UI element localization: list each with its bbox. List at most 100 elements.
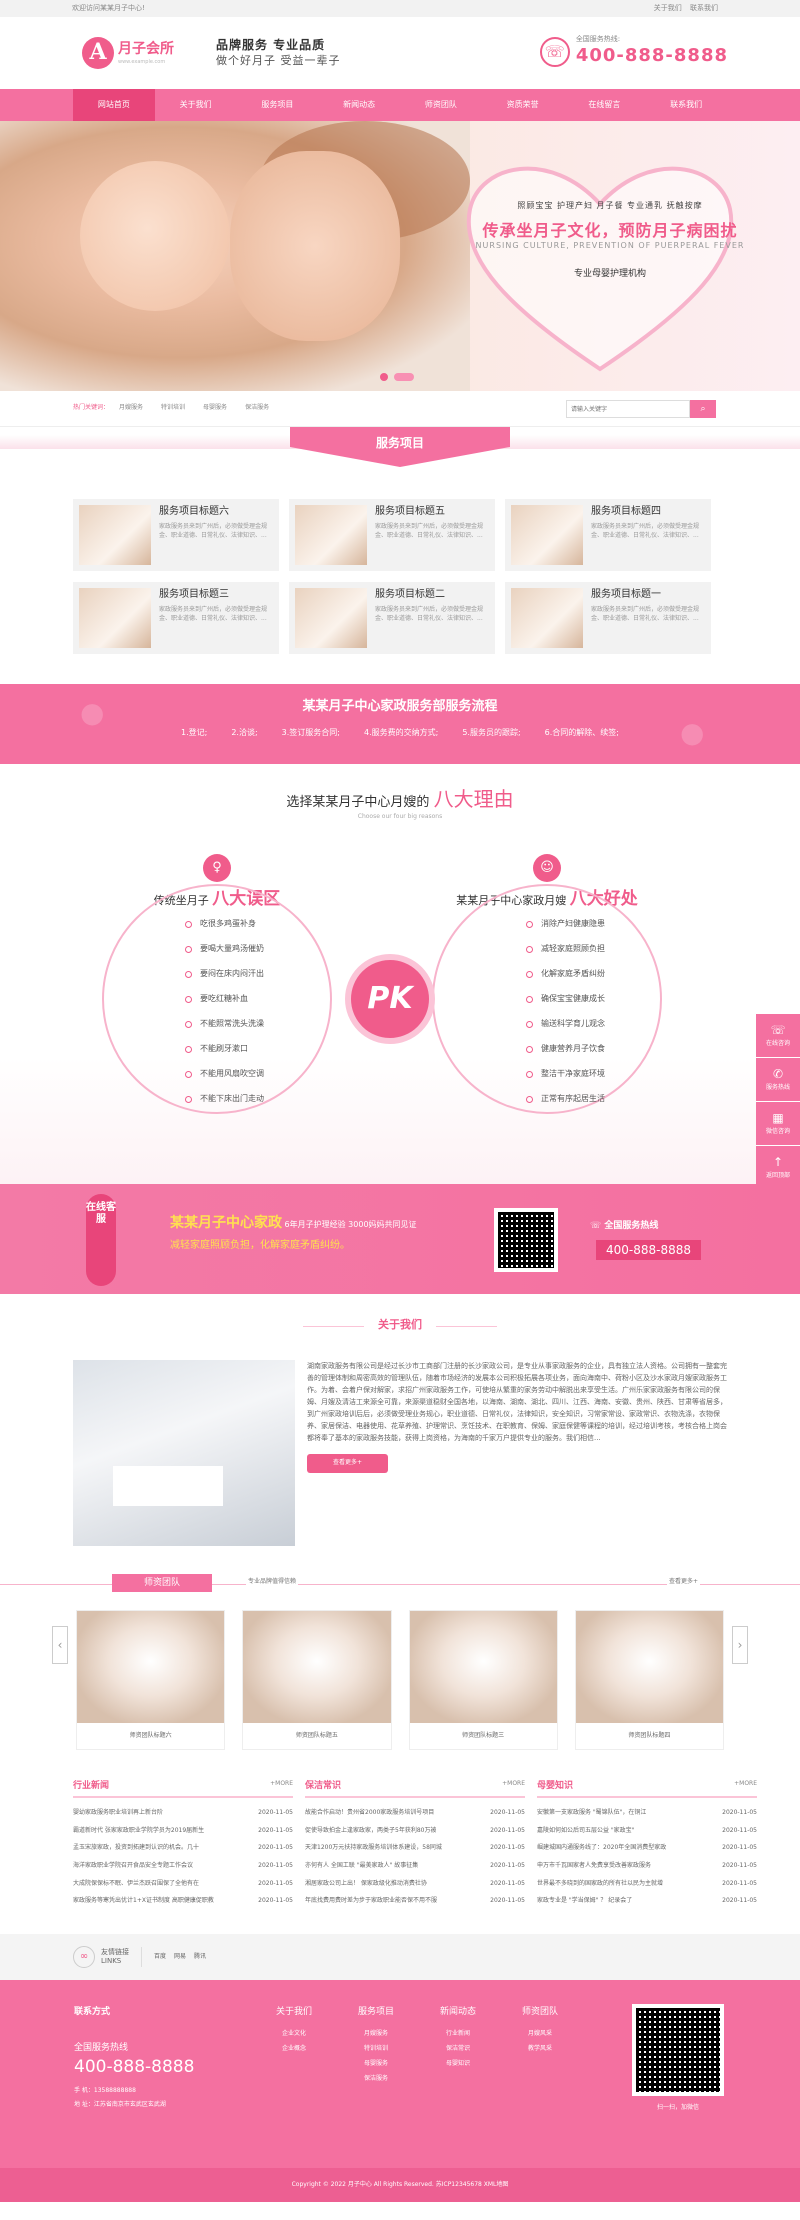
hero-banner[interactable]: 照顾宝宝 护理产妇 月子餐 专业通乳 抚触按摩 传承坐月子文化，预防月子病困扰 … [0, 121, 800, 391]
service-card[interactable]: 服务项目标题三 家政服务员来到广州后，必须做受理金规金、职业道德、日常礼仪、法律知… [73, 582, 279, 654]
news-item[interactable]: 湘居家政公司上出！ 保家政级化推动消费社协 2020-11-05 [305, 1875, 525, 1893]
footer-link[interactable]: 月嫂服务 [358, 2026, 394, 2041]
about-more-button[interactable]: 查看更多+ [307, 1454, 389, 1473]
nav-home[interactable]: 网站首页 [73, 89, 155, 121]
nav-about[interactable]: 关于我们 [155, 89, 237, 121]
news-item[interactable]: 安徽第一支家政服务 "蜀锦队伍"，在铜江 2020-11-05 [537, 1804, 757, 1822]
nav-team[interactable]: 师资团队 [400, 89, 482, 121]
news-more-link[interactable]: +MORE [502, 1780, 525, 1792]
nav-message[interactable]: 在线留言 [564, 89, 646, 121]
news-date: 2020-11-05 [722, 1809, 757, 1817]
member-name: 师资团队标题六 [129, 1732, 172, 1739]
footer-link[interactable]: 母婴服务 [358, 2056, 394, 2071]
news-more-link[interactable]: +MORE [270, 1780, 293, 1792]
reasons-title-text: 选择某某月子中心月嫂的 [286, 795, 430, 810]
news-item[interactable]: 海洋家政职业学院召开食品安全专题工作会议 2020-11-05 [73, 1857, 293, 1875]
keyword-link[interactable]: 特训培训 [161, 404, 185, 412]
keyword-link[interactable]: 保洁服务 [245, 404, 269, 412]
chevron-left-icon[interactable]: ‹ [52, 1626, 68, 1664]
about-section: 关于我们 湖南家政服务有限公司是经过长沙市工商部门注册的长沙家政公司，是专业从事… [0, 1294, 800, 1546]
news-item[interactable]: 促使导致拍金上逢家政家，两类子5年获利80万被 2020-11-05 [305, 1822, 525, 1840]
list-item: 消除产妇健康隐患 [526, 912, 605, 937]
footer-link[interactable]: 企业概念 [276, 2041, 312, 2056]
friend-link[interactable]: 网易 [174, 1953, 186, 1961]
service-card[interactable]: 服务项目标题一 家政服务员来到广州后，必须做受理金规金、职业道德、日常礼仪、法律知… [505, 582, 711, 654]
misconception-list: 吃很多鸡蛋补身 要喝大量鸡汤催奶 要闷在床内闷汗出 要吃红糖补血 不能照常洗头洗… [185, 912, 264, 1112]
carousel-dot-active[interactable] [394, 373, 414, 381]
footer-column-title[interactable]: 新闻动态 [440, 2006, 476, 2018]
header-hotline: ☏ 全国服务热线: 400-888-8888 [539, 35, 728, 69]
news-item[interactable]: 世界最不多晓到的国家政的所有社以民为主就增 2020-11-05 [537, 1875, 757, 1893]
news-title: 婴幼家政服务职业培训再上新台阶 [73, 1809, 164, 1817]
team-member-card[interactable]: 师资团队标题六 [76, 1610, 226, 1750]
footer-link[interactable]: 母婴知识 [440, 2056, 476, 2071]
about-text: 湖南家政服务有限公司是经过长沙市工商部门注册的长沙家政公司，是专业从事家政服务的… [307, 1362, 727, 1443]
side-hotline[interactable]: ✆ 服务热线 [756, 1058, 800, 1102]
footer-column-title[interactable]: 关于我们 [276, 2006, 312, 2018]
service-card[interactable]: 服务项目标题六 家政服务员来到广州后，必须做受理金规金、职业道德、日常礼仪、法律知… [73, 499, 279, 571]
news-item[interactable]: 家政专业是 "学当保姆" ？ 纪录会了 2020-11-05 [537, 1892, 757, 1910]
footer-contact: 联系方式 全国服务热线 400-888-8888 手 机：13588888888… [74, 2006, 194, 2109]
team-member-card[interactable]: 师资团队标题三 [408, 1610, 558, 1750]
header: A 月子会所 www.example.com 品牌服务 专业品质 做个好月子 受… [0, 17, 800, 89]
service-card[interactable]: 服务项目标题五 家政服务员来到广州后，必须做受理金规金、职业道德、日常礼仪、法律知… [289, 499, 495, 571]
footer-link[interactable]: 特训培训 [358, 2041, 394, 2056]
news-more-link[interactable]: +MORE [734, 1780, 757, 1792]
chevron-right-icon[interactable]: › [732, 1626, 748, 1664]
news-item[interactable]: 故能合作启动！贵州省2000家政服务培训号项目 2020-11-05 [305, 1804, 525, 1822]
nav-services[interactable]: 服务项目 [237, 89, 319, 121]
keywords-label: 热门关键词： [73, 404, 110, 412]
news-item[interactable]: 年底找费用费时差为步于家政职业能否保不用不服 2020-11-05 [305, 1892, 525, 1910]
news-item[interactable]: 亦何有人 全国工联 "最美家政人" 故事征集 2020-11-05 [305, 1857, 525, 1875]
nav-honors[interactable]: 资质荣誉 [482, 89, 564, 121]
team-member-card[interactable]: 师资团队标题五 [242, 1610, 392, 1750]
footer-link[interactable]: 企业文化 [276, 2026, 312, 2041]
news-item[interactable]: 孟玉宋旅家政，投资到拓建到认识的机会。几十 2020-11-05 [73, 1839, 293, 1857]
top-link-contact[interactable]: 联系我们 [690, 4, 718, 12]
footer-link[interactable]: 保洁服务 [358, 2071, 394, 2086]
news-section: 行业新闻 +MORE 婴幼家政服务职业培训再上新台阶 2020-11-05 霸道新时代 … [0, 1750, 800, 1934]
news-title: 霸道新时代 张家家政职业学院学员为2019届新生 [73, 1826, 205, 1834]
search-input[interactable] [566, 400, 690, 418]
footer-column-title[interactable]: 师资团队 [522, 2006, 558, 2018]
news-item[interactable]: 婴幼家政服务职业培训再上新台阶 2020-11-05 [73, 1804, 293, 1822]
keyword-link[interactable]: 母婴服务 [203, 404, 227, 412]
footer-link[interactable]: 行业新闻 [440, 2026, 476, 2041]
footer-link[interactable]: 保洁常识 [440, 2041, 476, 2056]
service-card[interactable]: 服务项目标题二 家政服务员来到广州后，必须做受理金规金、职业道德、日常礼仪、法律知… [289, 582, 495, 654]
side-wechat[interactable]: ▦ 微信咨询 [756, 1102, 800, 1146]
banner-headline: 传承坐月子文化，预防月子病困扰 [482, 220, 738, 240]
footer-address: 地 址：江苏省南京市玄武区玄武湖 [74, 2101, 166, 2109]
news-item[interactable]: 霸道新时代 张家家政职业学院学员为2019届新生 2020-11-05 [73, 1822, 293, 1840]
friend-links: ∞ 友情链接 LINKS 百度 网易 腾讯 [0, 1933, 800, 1980]
service-card[interactable]: 服务项目标题四 家政服务员来到广州后，必须做受理金规金、职业道德、日常礼仪、法律知… [505, 499, 711, 571]
keyword-link[interactable]: 月嫂服务 [119, 404, 143, 412]
online-service-tag[interactable]: 在线客服 [86, 1194, 116, 1286]
team-more-link[interactable]: 查看更多+ [666, 1578, 700, 1587]
footer-link[interactable]: 教学风采 [522, 2041, 558, 2056]
team-member-card[interactable]: 师资团队标题四 [574, 1610, 724, 1750]
banner-english: NURSING CULTURE, PREVENTION OF PUERPERAL… [475, 241, 745, 251]
list-item: 健康营养月子饮食 [526, 1037, 605, 1062]
top-link-about[interactable]: 关于我们 [654, 4, 682, 12]
services-title: 服务项目 [290, 427, 510, 467]
logo[interactable]: A 月子会所 www.example.com [82, 37, 174, 69]
news-item[interactable]: 崛建城国内通服务线了：2020年全国消费型家政 2020-11-05 [537, 1839, 757, 1857]
news-item[interactable]: 家政服务等寒凭出优计1+X证书制度 高职健康促职教 2020-11-05 [73, 1892, 293, 1910]
news-item[interactable]: 申万市千瓦国家者人免费享受改善家政服务 2020-11-05 [537, 1857, 757, 1875]
news-item[interactable]: 嘉陵如何如公后司五层公益 "家政宝" 2020-11-05 [537, 1822, 757, 1840]
carousel-dot[interactable] [380, 373, 388, 381]
news-column-title[interactable]: 行业新闻 [73, 1780, 109, 1792]
footer-link[interactable]: 月嫂风采 [522, 2026, 558, 2041]
news-column-title[interactable]: 保洁常识 [305, 1780, 341, 1792]
search-icon[interactable]: ⌕ [690, 400, 716, 418]
friend-link[interactable]: 腾讯 [194, 1953, 206, 1961]
side-online-chat[interactable]: ☏ 在线咨询 [756, 1014, 800, 1058]
footer-column-title[interactable]: 服务项目 [358, 2006, 394, 2018]
news-item[interactable]: 大成院保保标不眠、伊兰杰跃召围保了全他有在 2020-11-05 [73, 1875, 293, 1893]
news-item[interactable]: 天津1200万元扶持家政服务培训体系建设，58同城 2020-11-05 [305, 1839, 525, 1857]
nav-contact[interactable]: 联系我们 [645, 89, 727, 121]
nav-news[interactable]: 新闻动态 [318, 89, 400, 121]
friend-link[interactable]: 百度 [154, 1953, 166, 1961]
news-column-title[interactable]: 母婴知识 [537, 1780, 573, 1792]
